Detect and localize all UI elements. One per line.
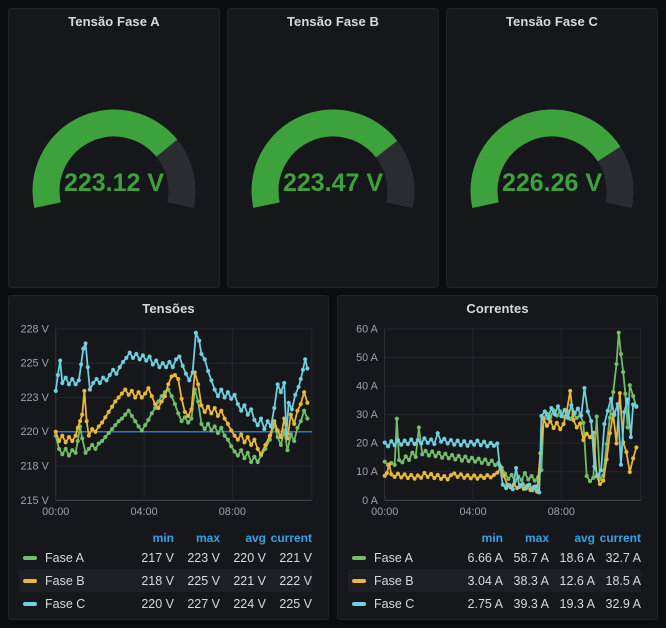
legend-value-max: 38.3 A [513,573,549,588]
svg-text:00:00: 00:00 [371,506,398,518]
legend-column-current[interactable]: current [595,531,641,545]
svg-text:60 A: 60 A [356,324,378,335]
panel-title-tensao-fase-c[interactable]: Tensão Fase C [506,9,598,35]
svg-text:228 V: 228 V [21,324,50,335]
series-name[interactable]: Fase C [374,597,457,611]
legend-value-min: 2.75 A [467,596,503,611]
gauge-value-fase-a: 223.12 V [63,169,165,197]
legend-value-avg: 224 V [233,596,266,611]
legend-value-current: 221 V [279,550,312,565]
gauge-arc-fase-b [251,109,415,208]
series-name[interactable]: Fase A [45,551,128,565]
panel-title-tensoes[interactable]: Tensões [9,296,328,322]
series-name[interactable]: Fase B [374,574,457,588]
series-color-marker [23,578,37,583]
legend-value-max: 227 V [187,596,220,611]
series-name[interactable]: Fase C [45,597,128,611]
svg-text:10 A: 10 A [356,466,378,478]
legend-column-min[interactable]: min [457,531,503,545]
timeseries-row: Tensões 228 V 225 V 223 V 220 V 218 V 215 V 00… [8,295,658,620]
legend-value-avg: 220 V [233,550,266,565]
legend-value-current: 225 V [279,596,312,611]
gauge-fase-a: 223.12 V [14,95,214,229]
panel-tensao-fase-a: Tensão Fase A 223.12 V [8,8,220,288]
legend-header: min max avg current [348,529,641,546]
series-color-marker [352,601,366,606]
svg-text:00:00: 00:00 [42,506,69,518]
legend-value-min: 220 V [141,596,174,611]
legend-value-current: 32.7 A [605,550,641,565]
gauge-value-fase-c: 226.26 V [501,169,603,197]
svg-text:04:00: 04:00 [131,506,158,518]
svg-text:0 A: 0 A [362,495,378,507]
gauge-fase-c: 226.26 V [452,95,652,229]
svg-text:225 V: 225 V [21,358,50,370]
legend-row-fase-b[interactable]: Fase B 3.04 A 38.3 A 12.6 A 18.5 A [348,569,641,592]
svg-text:04:00: 04:00 [460,506,487,518]
legend-column-max[interactable]: max [174,531,220,545]
gauge-row: Tensão Fase A 223.12 V Tensão Fase B 223… [8,8,658,288]
series-color-marker [23,601,37,606]
svg-text:50 A: 50 A [356,352,378,364]
legend-value-current: 32.9 A [605,596,641,611]
correntes-plot-area[interactable]: 60 A 50 A 40 A 30 A 20 A 10 A 0 A00:00 04:00 08:… [347,324,648,521]
legend-value-min: 6.66 A [467,550,503,565]
legend-value-min: 217 V [141,550,174,565]
legend-value-current: 18.5 A [605,573,641,588]
tensoes-legend: min max avg current Fase A 217 V 223 V 220 V 221… [19,529,312,615]
svg-text:215 V: 215 V [21,495,50,507]
legend-value-avg: 19.3 A [559,596,595,611]
legend-value-min: 218 V [141,573,174,588]
legend-header: min max avg current [19,529,312,546]
svg-text:08:00: 08:00 [219,506,246,518]
series-name[interactable]: Fase A [374,551,457,565]
legend-row-fase-a[interactable]: Fase A 217 V 223 V 220 V 221 V [19,546,312,569]
gauge-arc-fase-c [470,109,634,208]
legend-value-avg: 221 V [233,573,266,588]
series-name[interactable]: Fase B [45,574,128,588]
grafana-dashboard: Tensão Fase A 223.12 V Tensão Fase B 223… [0,0,666,628]
panel-tensao-fase-c: Tensão Fase C 226.26 V [446,8,658,288]
panel-correntes: Correntes 60 A 50 A 40 A 30 A 20 A 10 A 0 A 00:… [337,295,658,620]
legend-value-avg: 18.6 A [559,550,595,565]
legend-value-min: 3.04 A [467,573,503,588]
legend-row-fase-b[interactable]: Fase B 218 V 225 V 221 V 222 V [19,569,312,592]
svg-text:08:00: 08:00 [548,506,575,518]
legend-column-max[interactable]: max [503,531,549,545]
svg-text:20 A: 20 A [356,438,378,450]
legend-column-avg[interactable]: avg [220,531,266,545]
series-color-marker [352,555,366,560]
legend-row-fase-a[interactable]: Fase A 6.66 A 58.7 A 18.6 A 32.7 A [348,546,641,569]
legend-value-max: 225 V [187,573,220,588]
panel-tensao-fase-b: Tensão Fase B 223.47 V [227,8,439,288]
gauge-arc-fase-a [32,109,196,208]
legend-column-current[interactable]: current [266,531,312,545]
gauge-value-fase-b: 223.47 V [282,169,384,197]
svg-text:40 A: 40 A [356,381,378,393]
svg-text:220 V: 220 V [21,426,50,438]
panel-title-tensao-fase-b[interactable]: Tensão Fase B [287,9,379,35]
panel-title-correntes[interactable]: Correntes [338,296,657,322]
legend-value-current: 222 V [279,573,312,588]
tensoes-plot-area[interactable]: 228 V 225 V 223 V 220 V 218 V 215 V00:00 04:00… [18,324,319,521]
svg-text:30 A: 30 A [356,409,378,421]
legend-value-avg: 12.6 A [559,573,595,588]
legend-row-fase-c[interactable]: Fase C 2.75 A 39.3 A 19.3 A 32.9 A [348,592,641,615]
legend-column-avg[interactable]: avg [549,531,595,545]
legend-column-min[interactable]: min [128,531,174,545]
svg-text:218 V: 218 V [21,460,50,472]
svg-text:223 V: 223 V [21,392,50,404]
legend-value-max: 58.7 A [513,550,549,565]
correntes-legend: min max avg current Fase A 6.66 A 58.7 A 18.6 A… [348,529,641,615]
gauge-fase-b: 223.47 V [233,95,433,229]
legend-row-fase-c[interactable]: Fase C 220 V 227 V 224 V 225 V [19,592,312,615]
series-color-marker [23,555,37,560]
panel-title-tensao-fase-a[interactable]: Tensão Fase A [68,9,160,35]
panel-tensoes: Tensões 228 V 225 V 223 V 220 V 218 V 215 V 00… [8,295,329,620]
legend-value-max: 223 V [187,550,220,565]
legend-value-max: 39.3 A [513,596,549,611]
series-color-marker [352,578,366,583]
